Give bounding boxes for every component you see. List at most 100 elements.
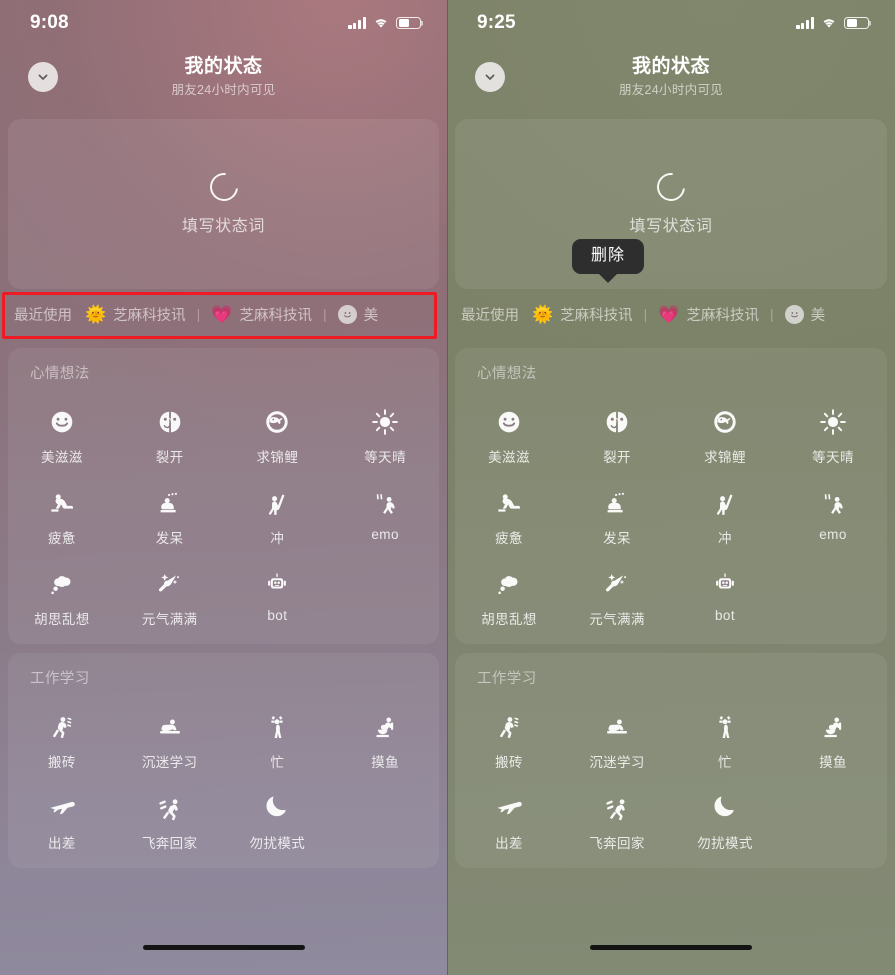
status-option-cell[interactable]: 发呆: [563, 470, 671, 547]
status-option-cell[interactable]: bot: [224, 551, 332, 628]
nav-bar: 我的状态 朋友24小时内可见: [447, 46, 895, 108]
home-indicator[interactable]: [142, 944, 305, 950]
battery-icon: [396, 16, 421, 30]
recent-status-label: 芝麻科技讯: [686, 307, 759, 324]
recent-status-item[interactable]: 美: [784, 304, 825, 325]
smiley-face-icon: [489, 405, 529, 439]
status-option-cell[interactable]: 疲惫: [8, 470, 116, 547]
status-composer-card[interactable]: 填写状态词: [455, 119, 887, 289]
status-option-label: 裂开: [155, 450, 184, 465]
status-option-cell[interactable]: 美滋滋: [8, 389, 116, 466]
status-option-cell[interactable]: 等天晴: [331, 389, 439, 466]
status-option-label: 冲: [270, 531, 285, 546]
status-option-cell[interactable]: 胡思乱想: [455, 551, 563, 628]
status-option-label: 忙: [270, 755, 285, 770]
status-option-cell[interactable]: 冲: [671, 470, 779, 547]
status-option-cell[interactable]: emo: [779, 470, 887, 547]
status-option-cell[interactable]: 勿扰模式: [224, 775, 332, 852]
slacking-toilet-icon: [365, 710, 405, 744]
recent-status-item[interactable]: 🌞 芝麻科技讯: [85, 304, 186, 325]
status-option-label: 美滋滋: [41, 450, 83, 465]
status-option-cell[interactable]: 摸鱼: [331, 694, 439, 771]
status-option-label: 搬砖: [47, 755, 76, 770]
recent-used-row[interactable]: 最近使用 🌞 芝麻科技讯 | 💗 芝麻科技讯 | 美: [0, 293, 447, 335]
recent-status-item[interactable]: 💗 芝麻科技讯: [658, 304, 759, 325]
signal-bars-icon: [348, 17, 366, 29]
status-option-cell[interactable]: 飞奔回家: [563, 775, 671, 852]
dual-screenshot-stage: 9:08 我的状态 朋友24小时内可见 填写状态词 最近使用 🌞 芝麻科技讯 | 💗 芝麻科技讯 |…: [0, 0, 895, 975]
status-option-cell[interactable]: 搬砖: [455, 694, 563, 771]
status-option-cell[interactable]: emo: [331, 470, 439, 547]
sparkle-star-icon: [150, 567, 190, 601]
status-option-cell[interactable]: bot: [671, 551, 779, 628]
status-bar-time: 9:25: [477, 12, 516, 33]
recent-status-item[interactable]: 🌞 芝麻科技讯: [532, 304, 633, 325]
status-option-label: 元气满满: [589, 612, 645, 627]
status-option-label: 忙: [718, 755, 732, 770]
carrying-bricks-icon: [42, 710, 82, 744]
delete-tooltip[interactable]: 删除: [572, 239, 645, 283]
status-option-cell[interactable]: 发呆: [116, 470, 224, 547]
status-option-cell[interactable]: 出差: [455, 775, 563, 852]
status-option-cell[interactable]: 胡思乱想: [8, 551, 116, 628]
status-bar: 9:08: [0, 0, 447, 46]
status-composer-card[interactable]: 填写状态词: [8, 119, 439, 289]
recent-status-label: 芝麻科技讯: [113, 307, 186, 324]
status-option-cell[interactable]: 飞奔回家: [116, 775, 224, 852]
status-option-cell[interactable]: 忙: [224, 694, 332, 771]
recent-status-item[interactable]: 美: [337, 304, 378, 325]
chevron-down-icon[interactable]: [475, 62, 505, 92]
nav-title-group: 我的状态 朋友24小时内可见: [171, 57, 275, 97]
status-option-cell[interactable]: 裂开: [563, 389, 671, 466]
recent-used-row-wrapper: 最近使用 🌞 芝麻科技讯 | 💗 芝麻科技讯 | 美: [0, 291, 447, 339]
smiley-face-icon: [337, 304, 357, 324]
status-option-cell[interactable]: 冲: [224, 470, 332, 547]
studying-desk-icon: [150, 710, 190, 744]
status-option-cell[interactable]: 元气满满: [116, 551, 224, 628]
status-option-cell[interactable]: 沉迷学习: [116, 694, 224, 771]
status-option-label: 疲惫: [47, 531, 76, 546]
status-option-cell[interactable]: 出差: [8, 775, 116, 852]
recent-status-item[interactable]: 💗 芝麻科技讯: [211, 304, 312, 325]
status-option-cell[interactable]: 求锦鲤: [671, 389, 779, 466]
status-section: 工作学习 搬砖 沉迷学习 忙 摸鱼 出差 飞奔回家 勿扰模式: [8, 653, 439, 868]
status-option-cell[interactable]: 搬砖: [8, 694, 116, 771]
cracked-face-icon: [597, 405, 637, 439]
recent-separator: |: [769, 306, 774, 322]
chevron-down-icon[interactable]: [28, 62, 58, 92]
emo-person-icon: [365, 486, 405, 520]
smiley-face-icon: [42, 405, 82, 439]
status-option-cell[interactable]: 求锦鲤: [224, 389, 332, 466]
page-title: 我的状态: [184, 56, 263, 78]
sparkle-star-icon: [597, 567, 637, 601]
panel-divider: [447, 0, 448, 975]
recent-separator: |: [643, 306, 648, 322]
robot-icon: [705, 567, 745, 601]
delete-tooltip-label: 删除: [572, 239, 645, 274]
status-option-cell[interactable]: 美滋滋: [455, 389, 563, 466]
home-indicator[interactable]: [590, 944, 752, 950]
status-option-cell[interactable]: 裂开: [116, 389, 224, 466]
recent-used-row[interactable]: 最近使用 🌞 芝麻科技讯 | 💗 芝麻科技讯 | 美: [447, 293, 895, 335]
status-option-label: 搬砖: [495, 755, 523, 770]
status-option-cell[interactable]: 勿扰模式: [671, 775, 779, 852]
daze-person-icon: [150, 486, 190, 520]
status-option-cell[interactable]: 疲惫: [455, 470, 563, 547]
nav-bar: 我的状态 朋友24小时内可见: [0, 46, 447, 108]
section-title: 心情想法: [30, 366, 90, 382]
status-option-cell[interactable]: 摸鱼: [779, 694, 887, 771]
page-subtitle: 朋友24小时内可见: [618, 83, 724, 98]
status-option-label: 求锦鲤: [704, 450, 746, 465]
status-option-cell[interactable]: 忙: [671, 694, 779, 771]
status-option-cell[interactable]: 沉迷学习: [563, 694, 671, 771]
status-option-label: 胡思乱想: [481, 612, 537, 627]
airplane-icon: [489, 791, 529, 825]
recent-used-label: 最近使用: [14, 307, 72, 324]
heart-emoji-icon: 💗: [658, 304, 680, 324]
busy-person-icon: [257, 710, 297, 744]
status-option-cell[interactable]: 等天晴: [779, 389, 887, 466]
screen-content: 9:08 我的状态 朋友24小时内可见 填写状态词 最近使用 🌞 芝麻科技讯 | 💗 芝麻科技讯 |…: [0, 0, 447, 975]
status-option-cell[interactable]: 元气满满: [563, 551, 671, 628]
status-section: 心情想法美滋滋 裂开 求锦鲤 等天晴疲惫 发呆 冲 emo 胡思乱想 元气满满 bot: [8, 348, 439, 644]
slacking-toilet-icon: [813, 710, 853, 744]
